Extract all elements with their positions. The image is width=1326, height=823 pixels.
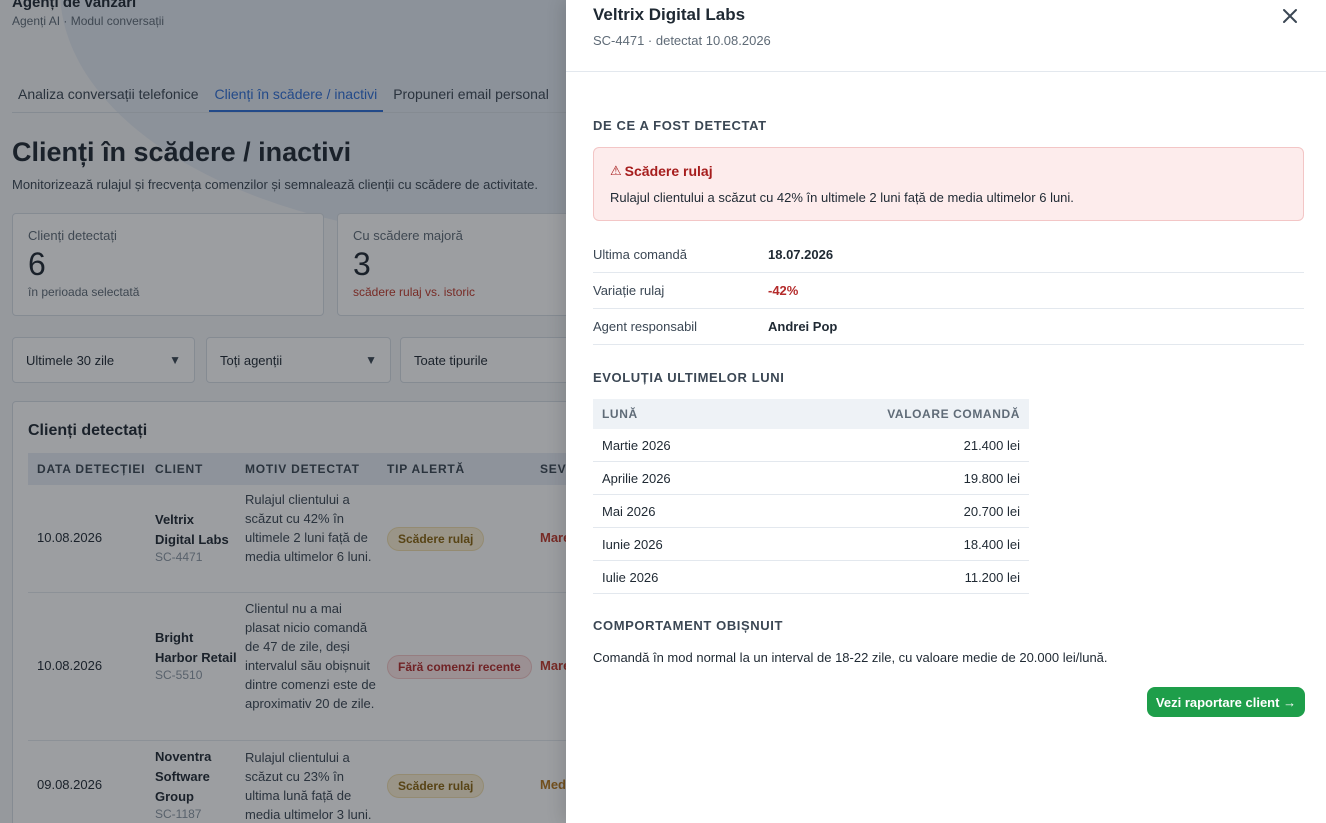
drawer-title: Veltrix Digital Labs — [593, 5, 746, 24]
value-cell: 19.800 lei — [963, 471, 1020, 486]
detail-label: Variație rulaj — [593, 283, 665, 298]
month-cell: Iunie 2026 — [602, 537, 663, 552]
value-cell: 20.700 lei — [963, 504, 1020, 519]
table-row: Mai 2026 20.700 lei — [593, 495, 1029, 528]
month-cell: Martie 2026 — [602, 438, 671, 453]
monthly-evolution-table: LUNĂ VALOARE COMANDĂ Martie 2026 21.400 … — [593, 399, 1029, 594]
drawer-subtitle: SC-4471 · detectat 10.08.2026 — [593, 33, 771, 48]
column-header-month: LUNĂ — [602, 407, 638, 421]
close-icon — [1283, 9, 1297, 23]
detail-label: Ultima comandă — [593, 247, 687, 262]
detection-alert: ⚠ Scădere rulaj Rulajul clientului a scă… — [593, 147, 1304, 221]
alert-text: Rulajul clientului a scăzut cu 42% în ul… — [610, 190, 1074, 205]
detail-row-turnover-change: Variație rulaj -42% — [593, 273, 1304, 309]
table-row: Aprilie 2026 19.800 lei — [593, 462, 1029, 495]
table-row: Iunie 2026 18.400 lei — [593, 528, 1029, 561]
close-button[interactable] — [1278, 4, 1302, 28]
detail-label: Agent responsabil — [593, 319, 698, 334]
view-client-report-button[interactable]: Vezi raportare client → — [1147, 687, 1305, 717]
section-heading-evolution: EVOLUȚIA ULTIMELOR LUNI — [593, 370, 785, 385]
value-cell: 18.400 lei — [963, 537, 1020, 552]
detail-value: Andrei Pop — [768, 319, 838, 334]
section-heading-behavior: COMPORTAMENT OBIȘNUIT — [593, 618, 784, 633]
warning-icon: ⚠ — [610, 163, 622, 178]
month-cell: Iulie 2026 — [602, 570, 659, 585]
alert-title: ⚠ Scădere rulaj — [610, 163, 713, 179]
detail-value: -42% — [768, 283, 799, 298]
value-cell: 21.400 lei — [963, 438, 1020, 453]
table-row: Martie 2026 21.400 lei — [593, 429, 1029, 462]
value-cell: 11.200 lei — [964, 570, 1020, 585]
month-cell: Aprilie 2026 — [602, 471, 671, 486]
table-header: LUNĂ VALOARE COMANDĂ — [593, 399, 1029, 429]
table-row: Iulie 2026 11.200 lei — [593, 561, 1029, 594]
detail-row-last-order: Ultima comandă 18.07.2026 — [593, 237, 1304, 273]
detail-value: 18.07.2026 — [768, 247, 834, 262]
drawer-header: Veltrix Digital Labs SC-4471 · detectat … — [566, 0, 1326, 72]
client-detail-drawer: Veltrix Digital Labs SC-4471 · detectat … — [566, 0, 1326, 823]
detail-row-agent: Agent responsabil Andrei Pop — [593, 309, 1304, 345]
alert-title-text: Scădere rulaj — [624, 163, 713, 179]
section-heading-why: DE CE A FOST DETECTAT — [593, 118, 767, 133]
behavior-text: Comandă în mod normal la un interval de … — [593, 650, 1108, 665]
column-header-value: VALOARE COMANDĂ — [887, 407, 1020, 421]
month-cell: Mai 2026 — [602, 504, 656, 519]
